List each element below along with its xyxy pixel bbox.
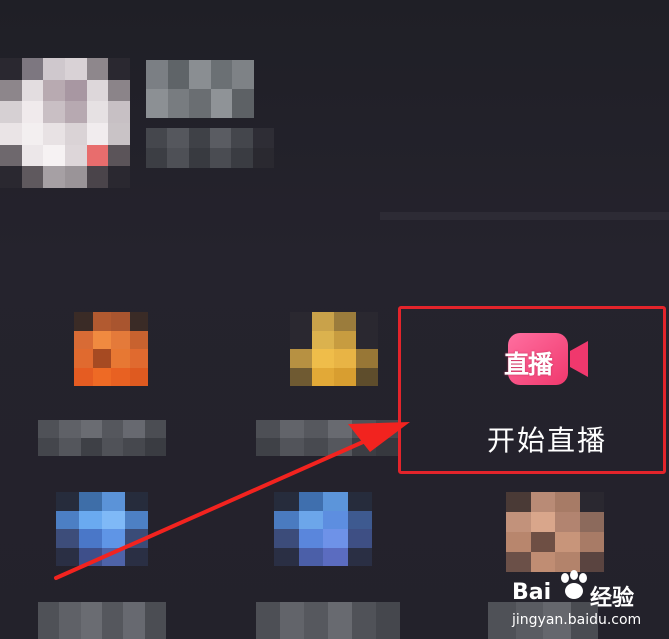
annotation-arrow	[54, 422, 410, 580]
watermark-brand: Bai	[512, 580, 552, 605]
paw-icon	[561, 570, 587, 599]
watermark-brand-suffix: 经验	[590, 586, 635, 611]
watermark-url: jingyan.baidu.com	[512, 612, 642, 628]
baidu-watermark: Bai 经验 jingyan.baidu.com	[512, 570, 662, 634]
